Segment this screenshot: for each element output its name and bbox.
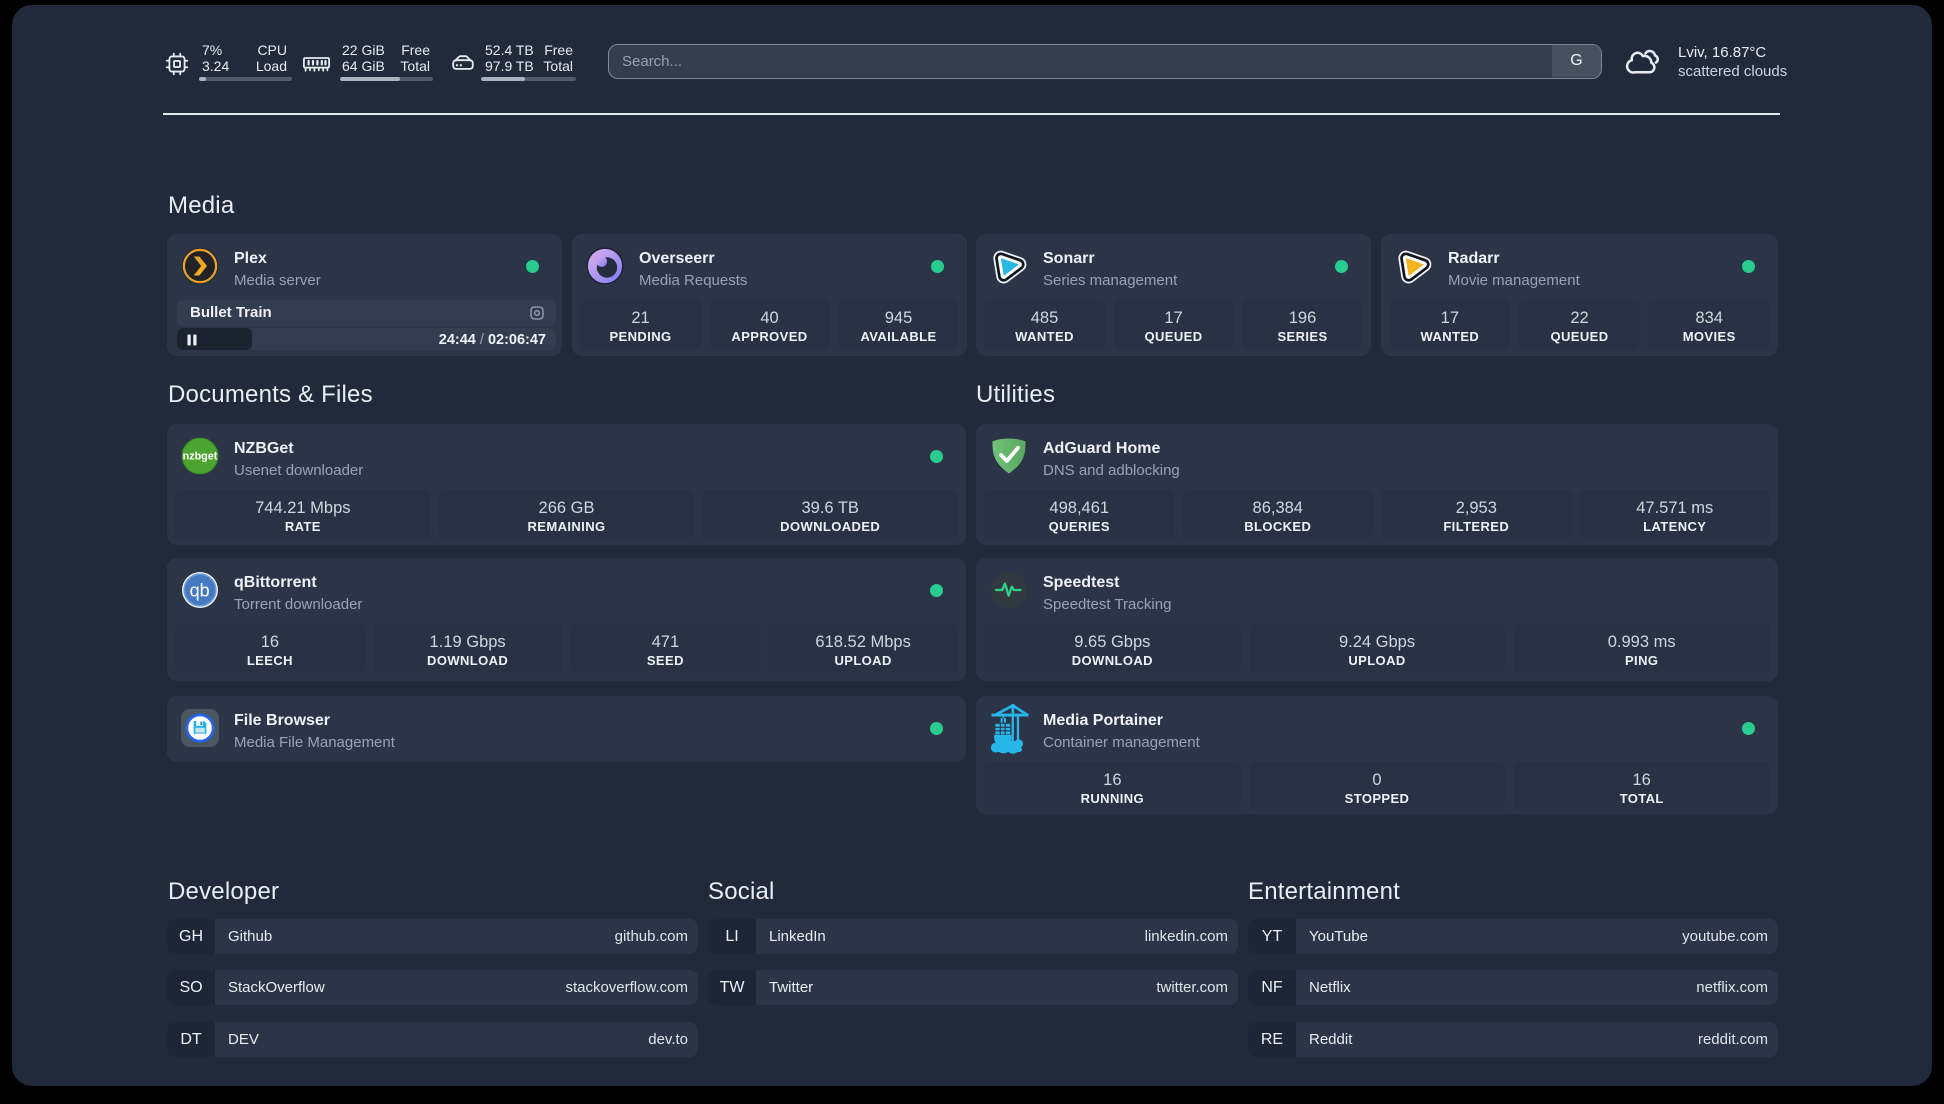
svg-text:nzbget: nzbget xyxy=(183,451,218,463)
svg-text:qb: qb xyxy=(190,581,210,601)
